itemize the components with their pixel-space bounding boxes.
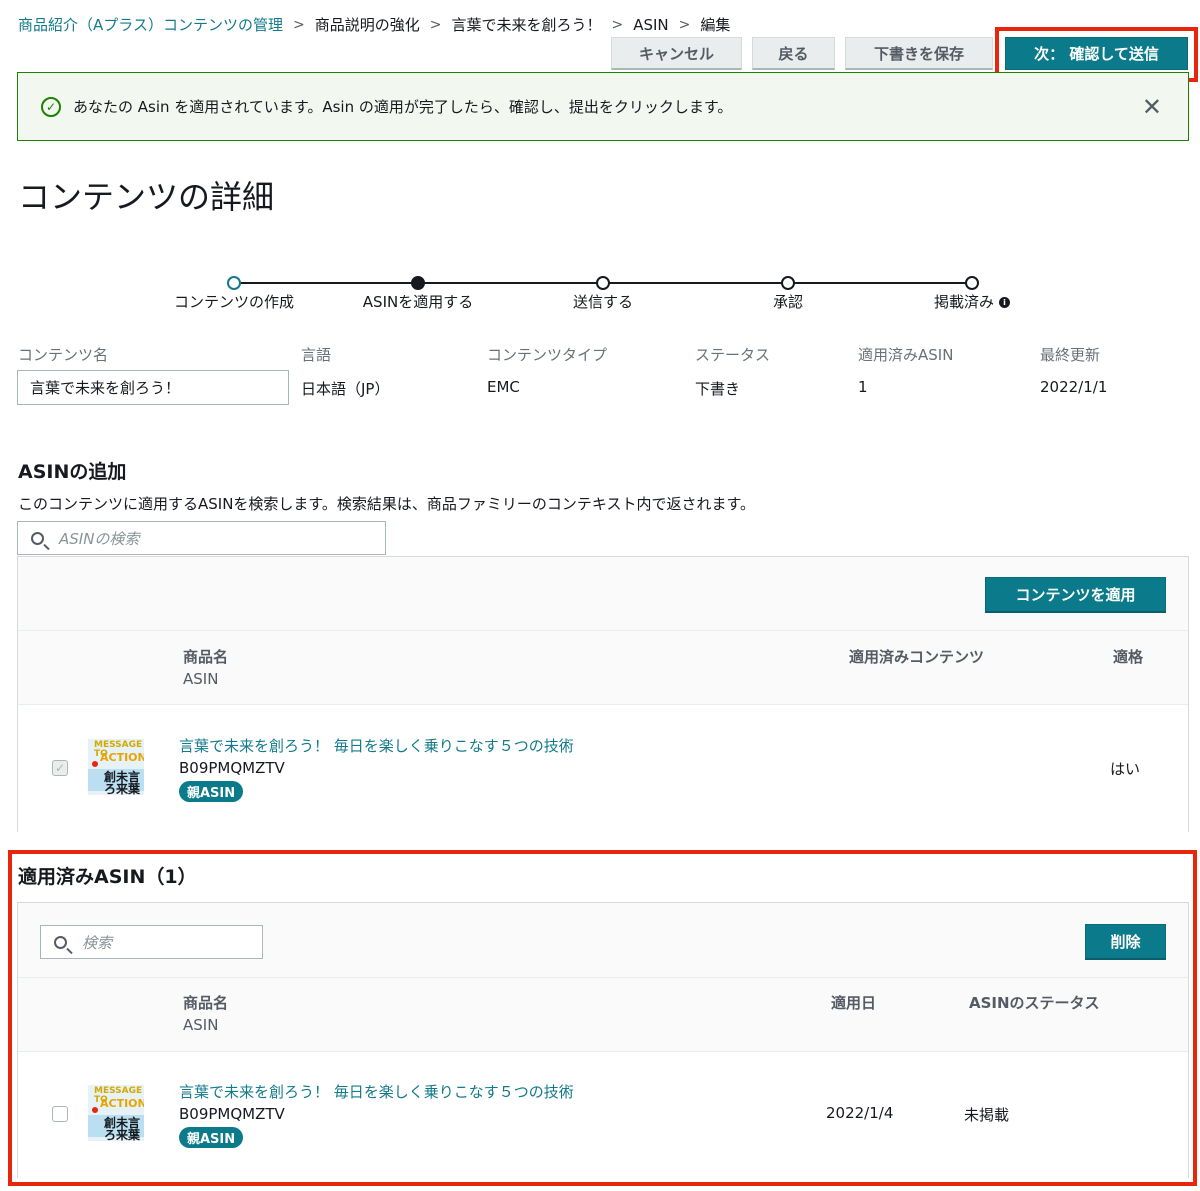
add-asin-description: このコンテンツに適用するASINを検索します。検索結果は、商品ファミリーのコンテ… [18, 495, 755, 513]
heart-icon [92, 1107, 98, 1113]
parent-asin-badge: 親ASIN [179, 1127, 244, 1148]
column-product-name: 商品名 [183, 648, 229, 666]
success-flash: ✓ あなたの Asin を適用されています。Asin の適用が完了したら、確認し… [17, 72, 1189, 141]
applied-asin-heading: 適用済みASIN（1） [18, 866, 197, 888]
check-circle-icon: ✓ [41, 96, 61, 117]
search-icon [31, 531, 44, 545]
eligible-value: はい [1110, 760, 1141, 778]
table-header [18, 977, 1188, 1051]
language-value: 日本語（JP） [301, 380, 390, 398]
close-icon[interactable]: ✕ [1142, 93, 1162, 121]
step-label-create: コンテンツの作成 [173, 293, 295, 311]
content-name-label: コンテンツ名 [18, 346, 109, 364]
breadcrumb-item-content: 言葉で未来を創ろう！ [451, 16, 602, 34]
status-value: 下書き [695, 380, 741, 398]
step-dot-create [227, 276, 241, 290]
step-label-published-text: 掲載済み [933, 293, 995, 311]
product-thumbnail: MESSAGE TO ACTION 創未言 ろ来葉 [88, 1085, 144, 1141]
thumbnail-text-2: ACTION [100, 751, 144, 764]
column-applied-date: 適用日 [831, 994, 877, 1012]
info-icon[interactable]: i [999, 297, 1011, 308]
column-applied-content: 適用済みコンテンツ [849, 648, 985, 666]
step-dot-apply [411, 276, 425, 290]
applied-search-placeholder: 検索 [82, 933, 113, 952]
breadcrumb-item-edit: 編集 [700, 16, 731, 34]
product-asin: B09PMQMZTV [179, 1105, 285, 1123]
search-icon [54, 935, 67, 949]
last-updated-label: 最終更新 [1040, 346, 1101, 364]
breadcrumb-item-enhance: 商品説明の強化 [314, 16, 420, 34]
step-dot-submit [596, 276, 610, 290]
applied-asin-value: 1 [858, 378, 868, 396]
delete-button[interactable]: 削除 [1085, 924, 1166, 960]
breadcrumb-item-asin: ASIN [633, 15, 669, 34]
product-title-link[interactable]: 言葉で未来を創ろう！ 毎日を楽しく乗りこなす５つの技術 [179, 1081, 574, 1102]
content-type-label: コンテンツタイプ [487, 346, 608, 364]
status-label: ステータス [695, 346, 771, 364]
step-label-submit: 送信する [572, 293, 634, 311]
column-eligible: 適格 [1113, 648, 1144, 666]
product-thumbnail: MESSAGE TO ACTION 創未言 ろ来葉 [88, 739, 144, 795]
step-label-approve: 承認 [772, 293, 804, 311]
product-asin: B09PMQMZTV [179, 759, 285, 777]
content-name-field[interactable]: 言葉で未来を創ろう！ [17, 370, 289, 405]
row-checkbox[interactable] [52, 1106, 68, 1122]
thumbnail-text-2: ACTION [100, 1097, 144, 1110]
product-title-link[interactable]: 言葉で未来を創ろう！ 毎日を楽しく乗りこなす５つの技術 [179, 735, 574, 756]
apply-content-button[interactable]: コンテンツを適用 [985, 577, 1166, 613]
chevron-right-icon: > [611, 16, 624, 33]
chevron-right-icon: > [429, 16, 442, 33]
step-dot-published [965, 276, 979, 290]
column-asin-status: ASINのステータス [969, 994, 1100, 1012]
flash-message: あなたの Asin を適用されています。Asin の適用が完了したら、確認し、提… [73, 98, 733, 116]
applied-search-input[interactable]: 検索 [40, 925, 263, 959]
column-asin: ASIN [183, 1016, 219, 1034]
step-label-published: 掲載済み i [933, 291, 1011, 312]
column-asin: ASIN [183, 670, 219, 688]
chevron-right-icon: > [292, 16, 305, 33]
column-product-name: 商品名 [183, 994, 229, 1012]
back-button[interactable]: 戻る [752, 37, 835, 70]
row-checkbox-checked[interactable]: ✓ [52, 760, 68, 776]
page-title: コンテンツの詳細 [18, 178, 275, 216]
table-header [18, 630, 1188, 704]
thumbnail-text-3: 創未言 ろ来葉 [104, 1116, 141, 1141]
content-type-value: EMC [487, 378, 520, 396]
cancel-button[interactable]: キャンセル [611, 37, 742, 70]
asin-status-value: 未掲載 [964, 1106, 1010, 1124]
breadcrumb-link-aplus[interactable]: 商品紹介（Aプラス）コンテンツの管理 [18, 14, 283, 35]
add-asin-heading: ASINの追加 [18, 461, 127, 483]
breadcrumb: 商品紹介（Aプラス）コンテンツの管理 > 商品説明の強化 > 言葉で未来を創ろう… [18, 14, 730, 35]
thumbnail-text-3: 創未言 ろ来葉 [104, 770, 141, 795]
chevron-right-icon: > [678, 16, 691, 33]
step-label-apply: ASINを適用する [362, 293, 474, 311]
last-updated-value: 2022/1/1 [1040, 378, 1108, 396]
save-draft-button[interactable]: 下書きを保存 [845, 37, 993, 70]
asin-search-placeholder: ASINの検索 [59, 529, 140, 548]
applied-date-value: 2022/1/4 [826, 1104, 894, 1122]
step-dot-approve [781, 276, 795, 290]
parent-asin-badge: 親ASIN [179, 781, 244, 802]
language-label: 言語 [301, 346, 332, 364]
asin-search-input[interactable]: ASINの検索 [17, 521, 386, 555]
heart-icon [92, 761, 98, 767]
applied-asin-label: 適用済みASIN [858, 346, 954, 364]
